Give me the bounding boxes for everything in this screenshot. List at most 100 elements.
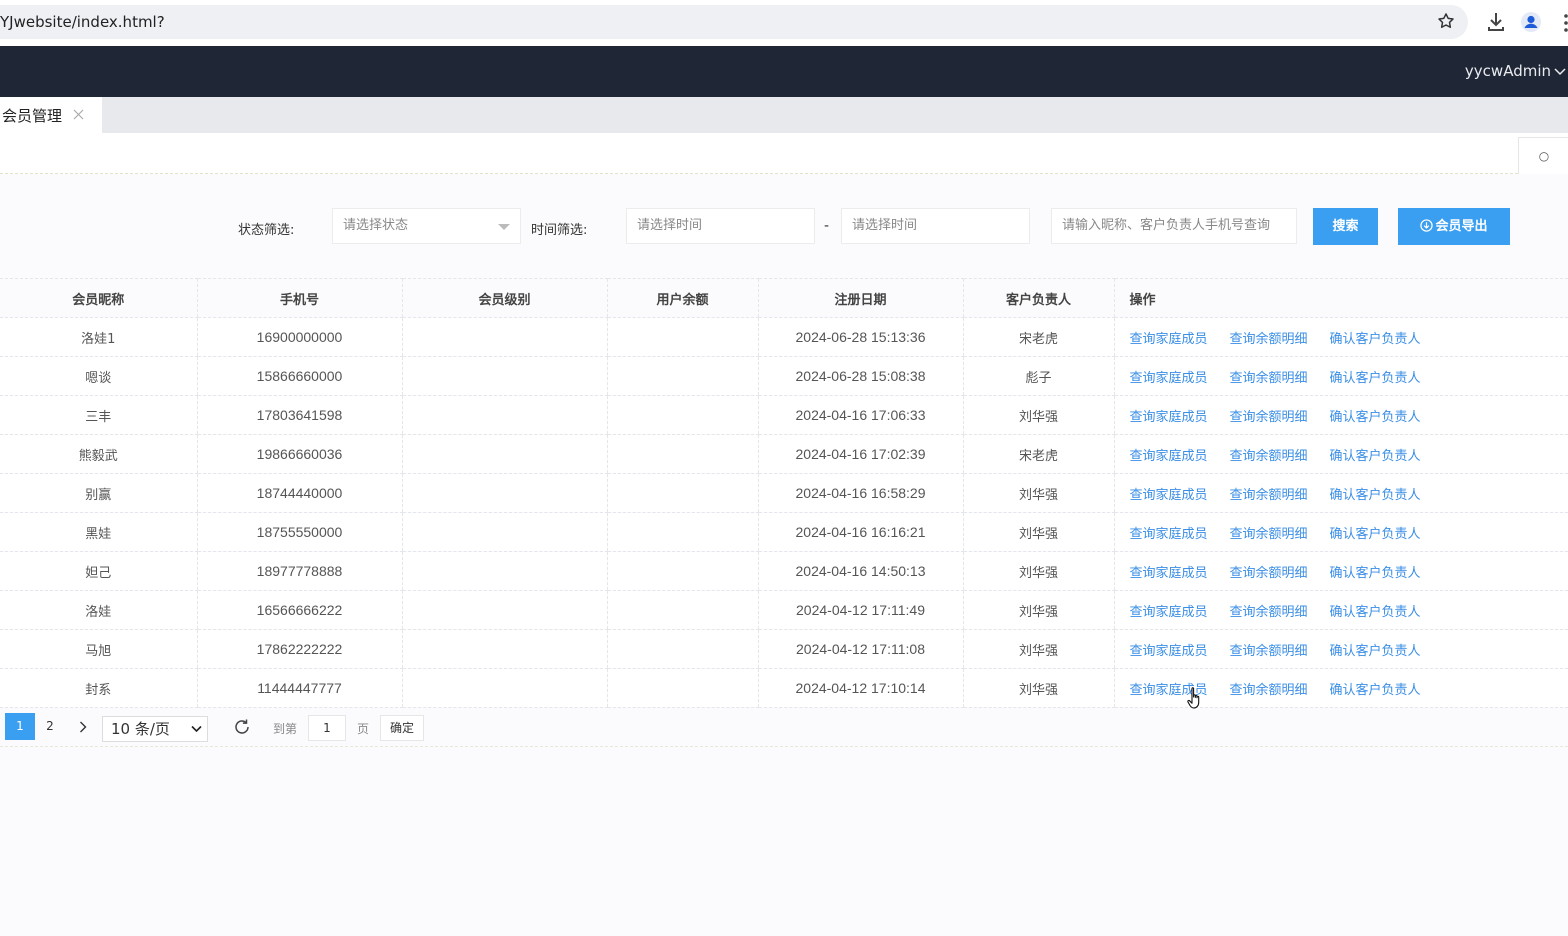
balance-cell: [606, 434, 758, 474]
confirm-manager-link[interactable]: 确认客户负责人: [1330, 449, 1421, 464]
query-family-members-link[interactable]: 查询家庭成员: [1130, 605, 1208, 620]
query-family-members-link[interactable]: 查询家庭成员: [1130, 488, 1208, 503]
register-date-cell: 2024-04-16 16:58:29: [757, 473, 963, 513]
page-size-select[interactable]: 10 条/页: [102, 716, 208, 742]
status-select[interactable]: 请选择状态: [332, 208, 521, 244]
query-balance-details-link[interactable]: 查询余额明细: [1230, 605, 1308, 620]
user-menu[interactable]: yycwAdmin: [1465, 46, 1568, 97]
query-balance-details-link[interactable]: 查询余额明细: [1230, 644, 1308, 659]
actions-cell: 查询家庭成员 查询余额明细 确认客户负责人: [1113, 395, 1568, 435]
phone-cell: 16900000000: [196, 317, 402, 357]
query-family-members-link[interactable]: 查询家庭成员: [1130, 566, 1208, 581]
goto-page-input[interactable]: 1: [308, 715, 346, 741]
keyword-search-input[interactable]: 请输入昵称、客户负责人手机号查询: [1051, 208, 1297, 244]
actions-cell: 查询家庭成员 查询余额明细 确认客户负责人: [1113, 668, 1568, 708]
table-row: 熊毅武 19866660036 2024-04-16 17:02:39 宋老虎 查询家庭…: [0, 434, 1568, 474]
column-header-phone[interactable]: 手机号: [196, 278, 402, 318]
browser-toolbar: YJwebsite/index.html?: [0, 0, 1568, 46]
register-date-cell: 2024-04-16 17:02:39: [757, 434, 963, 474]
query-balance-details-link[interactable]: 查询余额明细: [1230, 371, 1308, 386]
confirm-manager-link[interactable]: 确认客户负责人: [1330, 488, 1421, 503]
query-balance-details-link[interactable]: 查询余额明细: [1230, 449, 1308, 464]
nickname-cell: 别赢: [0, 473, 197, 513]
confirm-manager-link[interactable]: 确认客户负责人: [1330, 605, 1421, 620]
confirm-manager-link[interactable]: 确认客户负责人: [1330, 683, 1421, 698]
query-balance-details-link[interactable]: 查询余额明细: [1230, 410, 1308, 425]
pagination: 1 2 10 条/页 到第 1 页 确定: [0, 713, 1568, 742]
phone-cell: 18755550000: [196, 512, 402, 552]
download-icon[interactable]: [1486, 11, 1506, 33]
browser-menu-icon[interactable]: [1560, 12, 1568, 34]
phone-cell: 19866660036: [196, 434, 402, 474]
query-family-members-link[interactable]: 查询家庭成员: [1130, 410, 1208, 425]
nickname-cell: 洛娃: [0, 590, 197, 630]
table-body: 洛娃1 16900000000 2024-06-28 15:13:36 宋老虎 查询家庭…: [0, 317, 1568, 708]
export-members-button[interactable]: 会员导出: [1398, 208, 1510, 245]
hand-cursor-icon: [1187, 687, 1200, 709]
query-balance-details-link[interactable]: 查询余额明细: [1230, 527, 1308, 542]
refresh-page-button[interactable]: ○: [1518, 137, 1568, 174]
confirm-manager-link[interactable]: 确认客户负责人: [1330, 371, 1421, 386]
profile-avatar-icon[interactable]: [1520, 11, 1542, 33]
chevron-down-icon: [191, 725, 202, 733]
phone-cell: 18744440000: [196, 473, 402, 513]
goto-confirm-button[interactable]: 确定: [380, 715, 424, 741]
end-time-input[interactable]: 请选择时间: [841, 208, 1030, 244]
column-header-actions: 操作: [1113, 278, 1568, 318]
column-header-manager[interactable]: 客户负责人: [962, 278, 1114, 318]
confirm-manager-link[interactable]: 确认客户负责人: [1330, 410, 1421, 425]
actions-cell: 查询家庭成员 查询余额明细 确认客户负责人: [1113, 551, 1568, 591]
table-row: 洛娃1 16900000000 2024-06-28 15:13:36 宋老虎 查询家庭…: [0, 317, 1568, 357]
query-family-members-link[interactable]: 查询家庭成员: [1130, 371, 1208, 386]
start-time-input[interactable]: 请选择时间: [626, 208, 815, 244]
tab-member-management[interactable]: 会员管理: [0, 97, 102, 133]
level-cell: [401, 551, 607, 591]
level-cell: [401, 434, 607, 474]
level-cell: [401, 395, 607, 435]
query-family-members-link[interactable]: 查询家庭成员: [1130, 449, 1208, 464]
register-date-cell: 2024-04-16 17:06:33: [757, 395, 963, 435]
query-family-members-link[interactable]: 查询家庭成员: [1130, 332, 1208, 347]
phone-cell: 15866660000: [196, 356, 402, 396]
confirm-manager-link[interactable]: 确认客户负责人: [1330, 644, 1421, 659]
confirm-manager-link[interactable]: 确认客户负责人: [1330, 332, 1421, 347]
query-balance-details-link[interactable]: 查询余额明细: [1230, 488, 1308, 503]
next-page-button[interactable]: [68, 713, 98, 740]
balance-cell: [606, 629, 758, 669]
balance-cell: [606, 551, 758, 591]
members-table: 会员昵称 手机号 会员级别 用户余额 注册日期 客户负责人 操作 洛娃1 1690…: [0, 278, 1568, 708]
level-cell: [401, 668, 607, 708]
query-balance-details-link[interactable]: 查询余额明细: [1230, 683, 1308, 698]
query-family-members-link[interactable]: 查询家庭成员: [1130, 527, 1208, 542]
query-family-members-link[interactable]: 查询家庭成员: [1130, 644, 1208, 659]
page-button-2[interactable]: 2: [35, 713, 65, 740]
bookmark-star-icon[interactable]: [1436, 11, 1456, 31]
query-balance-details-link[interactable]: 查询余额明细: [1230, 566, 1308, 581]
search-button[interactable]: 搜索: [1313, 208, 1378, 245]
balance-cell: [606, 590, 758, 630]
actions-cell: 查询家庭成员 查询余额明细 确认客户负责人: [1113, 434, 1568, 474]
status-filter-label: 状态筛选:: [238, 223, 295, 238]
dropdown-arrow-icon: [498, 224, 510, 230]
page-toolbar: ○: [0, 133, 1568, 174]
confirm-manager-link[interactable]: 确认客户负责人: [1330, 527, 1421, 542]
balance-cell: [606, 317, 758, 357]
status-select-placeholder: 请选择状态: [343, 218, 409, 233]
column-header-level[interactable]: 会员级别: [401, 278, 607, 318]
table-row: 洛娃 16566666222 2024-04-12 17:11:49 刘华强 查询家庭成…: [0, 590, 1568, 630]
column-header-nickname[interactable]: 会员昵称: [0, 278, 197, 318]
confirm-manager-link[interactable]: 确认客户负责人: [1330, 566, 1421, 581]
page-button-1[interactable]: 1: [5, 713, 35, 740]
nickname-cell: 妲己: [0, 551, 197, 591]
search-button-label: 搜索: [1332, 219, 1359, 234]
manager-cell: 刘华强: [962, 668, 1114, 708]
column-header-register-date[interactable]: 注册日期: [757, 278, 963, 318]
column-header-balance[interactable]: 用户余额: [606, 278, 758, 318]
address-bar[interactable]: YJwebsite/index.html?: [0, 5, 1468, 39]
close-icon[interactable]: [73, 109, 84, 120]
refresh-icon[interactable]: [232, 717, 252, 737]
actions-cell: 查询家庭成员 查询余额明细 确认客户负责人: [1113, 473, 1568, 513]
address-bar-url[interactable]: YJwebsite/index.html?: [0, 13, 165, 31]
query-balance-details-link[interactable]: 查询余额明细: [1230, 332, 1308, 347]
table-header-row: 会员昵称 手机号 会员级别 用户余额 注册日期 客户负责人 操作: [0, 278, 1568, 318]
